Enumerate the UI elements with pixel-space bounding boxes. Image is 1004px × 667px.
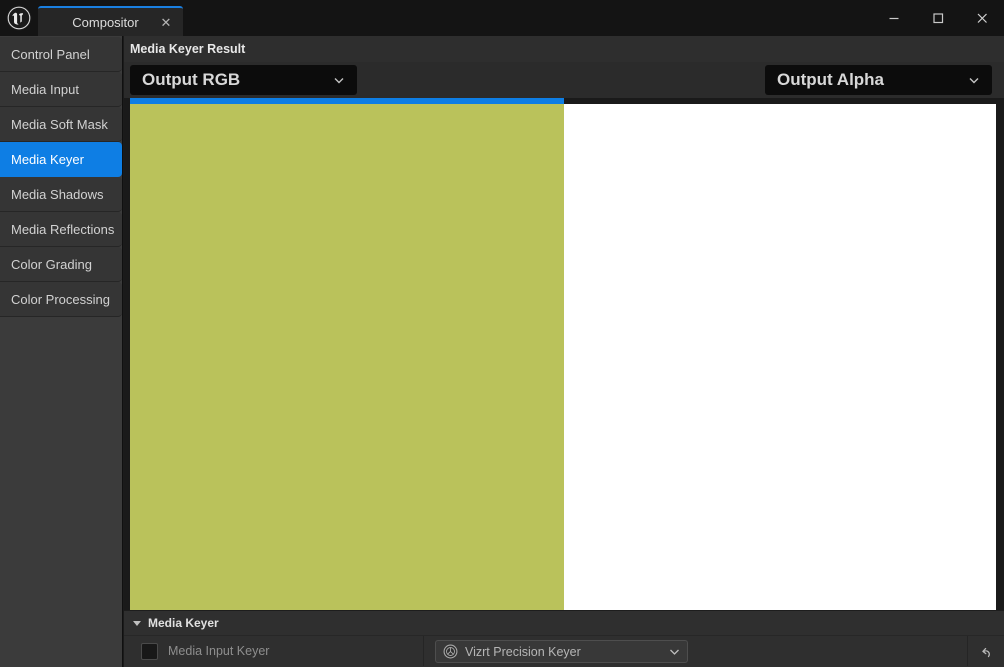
tab-strip: Compositor ✕ xyxy=(38,0,872,36)
sidebar-item-color-grading[interactable]: Color Grading xyxy=(0,247,122,282)
keyer-type-combobox[interactable]: Vizrt Precision Keyer xyxy=(435,640,688,663)
details-section-title: Media Keyer xyxy=(148,616,219,630)
close-button[interactable] xyxy=(960,0,1004,36)
window-controls xyxy=(872,0,1004,36)
unreal-engine-logo-icon xyxy=(0,0,38,36)
viewer-dropdown-row: Output RGB Output Alpha xyxy=(124,62,1004,98)
output-alpha-dropdown[interactable]: Output Alpha xyxy=(765,65,992,95)
details-row-label: Media Input Keyer xyxy=(168,644,270,658)
result-header: Media Keyer Result xyxy=(124,36,1004,62)
chevron-down-icon xyxy=(667,645,681,659)
checkbox-unchecked-icon[interactable] xyxy=(141,642,158,660)
details-row-media-input-keyer: Media Input Keyer Vizrt Precision Keyer xyxy=(124,636,1004,666)
output-rgb-dropdown[interactable]: Output RGB xyxy=(130,65,357,95)
minimize-button[interactable] xyxy=(872,0,916,36)
vizrt-globe-icon xyxy=(442,644,458,660)
sidebar-item-label: Color Processing xyxy=(11,291,110,307)
details-section-header[interactable]: Media Keyer xyxy=(124,611,1004,636)
sidebar-item-media-input[interactable]: Media Input xyxy=(0,72,122,107)
sidebar-item-control-panel[interactable]: Control Panel xyxy=(0,37,122,72)
output-alpha-label: Output Alpha xyxy=(777,70,885,89)
reset-arrow-icon[interactable] xyxy=(974,641,996,663)
tab-compositor[interactable]: Compositor ✕ xyxy=(38,6,183,36)
page-title: Media Keyer Result xyxy=(130,42,246,56)
title-bar: Compositor ✕ xyxy=(0,0,1004,36)
sidebar-item-media-soft-mask[interactable]: Media Soft Mask xyxy=(0,107,122,142)
maximize-button[interactable] xyxy=(916,0,960,36)
rgb-viewer[interactable] xyxy=(130,98,564,631)
details-row-divider xyxy=(967,636,968,666)
alpha-viewer[interactable] xyxy=(564,98,996,631)
sidebar-item-media-shadows[interactable]: Media Shadows xyxy=(0,177,122,212)
rgb-output-image xyxy=(130,104,564,625)
application-window: Compositor ✕ Control Panel Media Input M… xyxy=(0,0,1004,667)
sidebar-item-label: Media Keyer xyxy=(11,151,84,167)
details-panel: Media Keyer Media Input Keyer Vizrt Prec… xyxy=(124,610,1004,667)
sidebar-item-label: Media Soft Mask xyxy=(11,116,108,132)
chevron-down-icon xyxy=(331,72,347,88)
main-panel: Media Keyer Result Output RGB Output Alp… xyxy=(124,36,1004,667)
sidebar-item-label: Control Panel xyxy=(11,46,90,62)
tab-label: Compositor xyxy=(72,14,139,30)
sidebar-item-color-processing[interactable]: Color Processing xyxy=(0,282,122,317)
output-rgb-label: Output RGB xyxy=(142,70,241,89)
triangle-down-icon[interactable] xyxy=(130,616,144,630)
viewport xyxy=(124,98,1004,631)
alpha-output-image xyxy=(564,104,996,625)
details-row-label-cell: Media Input Keyer xyxy=(124,636,424,666)
keyer-type-value: Vizrt Precision Keyer xyxy=(465,644,581,659)
sidebar: Control Panel Media Input Media Soft Mas… xyxy=(0,36,123,667)
sidebar-item-label: Media Input xyxy=(11,81,79,97)
sidebar-item-label: Media Reflections xyxy=(11,221,115,237)
sidebar-item-media-keyer[interactable]: Media Keyer xyxy=(0,142,122,177)
sidebar-item-label: Media Shadows xyxy=(11,186,104,202)
sidebar-item-media-reflections[interactable]: Media Reflections xyxy=(0,212,122,247)
sidebar-item-label: Color Grading xyxy=(11,256,92,272)
tab-close-icon[interactable]: ✕ xyxy=(157,13,175,31)
chevron-down-icon xyxy=(966,72,982,88)
